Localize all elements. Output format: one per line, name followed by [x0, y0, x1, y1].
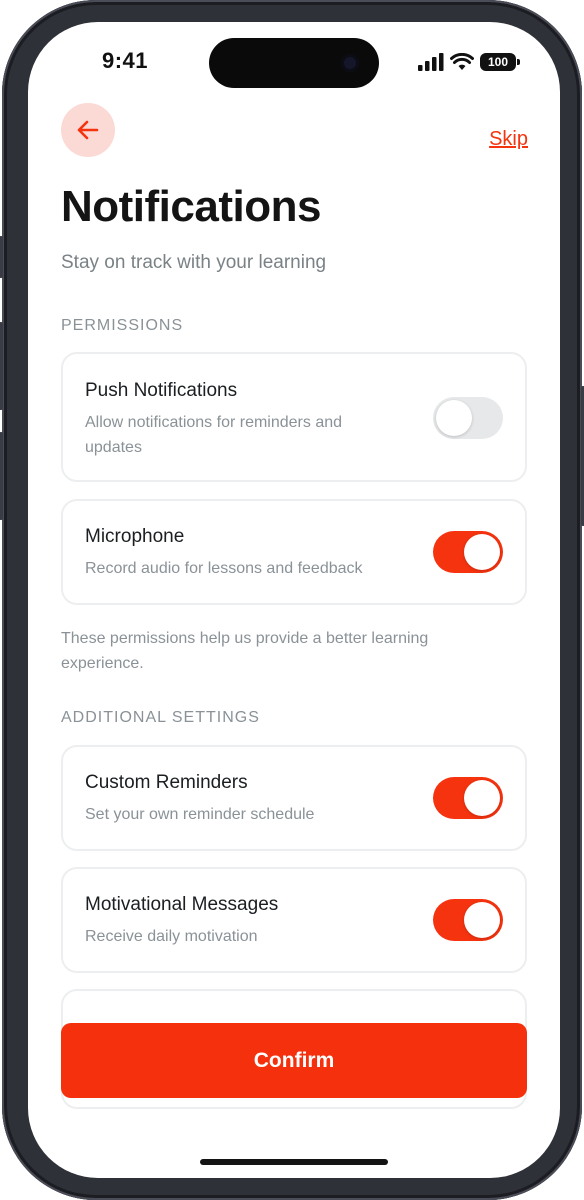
custom-reminders-toggle[interactable] [433, 777, 503, 819]
home-indicator[interactable] [200, 1159, 388, 1165]
motivational-messages-title: Motivational Messages [85, 894, 279, 915]
microphone-toggle[interactable] [433, 531, 503, 573]
phone-frame: 9:41 100 Skip Notifications Stay on trac… [0, 0, 584, 1200]
toggle-knob [464, 534, 500, 570]
push-notifications-title: Push Notifications [85, 380, 238, 401]
action-button [0, 236, 3, 278]
volume-up-button [0, 322, 3, 410]
toggle-knob [464, 780, 500, 816]
dynamic-island [209, 38, 379, 88]
page-title: Notifications [61, 182, 321, 231]
motivational-messages-card: Motivational Messages Receive daily moti… [61, 867, 527, 973]
permissions-note-line2: experience. [61, 655, 144, 672]
toggle-knob [436, 400, 472, 436]
microphone-description: Record audio for lessons and feedback [85, 560, 363, 577]
camera-icon [341, 54, 359, 72]
microphone-title: Microphone [85, 526, 185, 547]
push-notifications-card: Push Notifications Allow notifications f… [61, 352, 527, 482]
battery-level: 100 [487, 55, 509, 69]
arrow-left-icon [77, 120, 99, 140]
status-icons: 100 [418, 50, 520, 74]
additional-settings-section-label: ADDITIONAL SETTINGS [61, 709, 260, 726]
motivational-messages-description: Receive daily motivation [85, 928, 258, 945]
confirm-button[interactable]: Confirm [61, 1023, 527, 1098]
permissions-section-label: PERMISSIONS [61, 317, 184, 334]
custom-reminders-description: Set your own reminder schedule [85, 806, 315, 823]
custom-reminders-card: Custom Reminders Set your own reminder s… [61, 745, 527, 851]
skip-link[interactable]: Skip [489, 128, 528, 151]
wifi-icon [450, 53, 474, 70]
push-notifications-description-line1: Allow notifications for reminders and [85, 414, 343, 431]
permissions-note: These permissions help us provide a bett… [61, 626, 521, 676]
push-notifications-description: Allow notifications for reminders and up… [85, 410, 342, 460]
push-notifications-toggle[interactable] [433, 397, 503, 439]
back-button[interactable] [61, 103, 115, 157]
toggle-knob [464, 902, 500, 938]
status-time: 9:41 [102, 48, 149, 73]
permissions-note-line1: These permissions help us provide a bett… [61, 630, 429, 647]
cellular-signal-icon [418, 53, 444, 71]
volume-down-button [0, 432, 3, 520]
screen: 9:41 100 Skip Notifications Stay on trac… [28, 22, 560, 1178]
page-subtitle: Stay on track with your learning [61, 252, 327, 273]
motivational-messages-toggle[interactable] [433, 899, 503, 941]
push-notifications-description-line2: updates [85, 439, 142, 456]
battery-icon: 100 [480, 53, 520, 71]
microphone-card: Microphone Record audio for lessons and … [61, 499, 527, 605]
custom-reminders-title: Custom Reminders [85, 772, 248, 793]
